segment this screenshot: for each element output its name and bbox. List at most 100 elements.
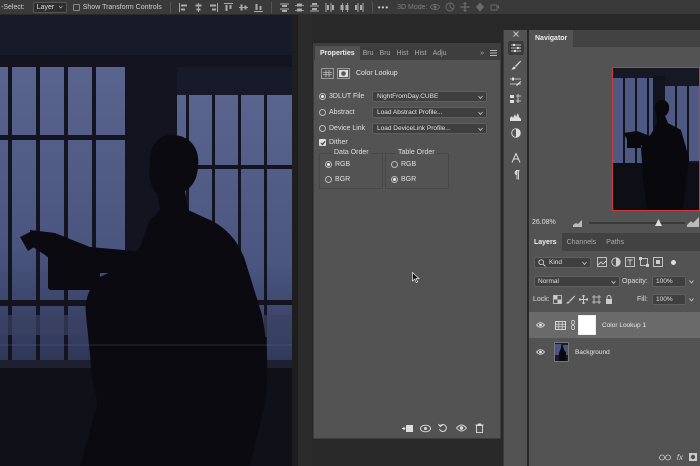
clip-to-layer-icon[interactable] xyxy=(400,421,414,435)
zoom-level[interactable]: 26.08% xyxy=(532,219,556,226)
reset-adjustment-icon[interactable] xyxy=(436,421,450,435)
tab-adjustments[interactable]: Adju xyxy=(430,46,450,60)
layer-row-color-lookup[interactable]: Color Lookup 1 xyxy=(529,312,700,338)
layer-mask-thumbnail[interactable] xyxy=(578,315,596,335)
table-order-rgb-radio[interactable] xyxy=(391,161,398,168)
distribute-left-icon[interactable] xyxy=(324,2,335,13)
scale-3d-icon[interactable] xyxy=(489,2,500,13)
tab-histogram[interactable]: Hist xyxy=(412,46,430,60)
lut-file-radio[interactable] xyxy=(319,93,326,100)
navigator-thumbnail[interactable] xyxy=(612,67,700,211)
filter-type-icon[interactable] xyxy=(625,257,635,267)
tab-layers[interactable]: Layers xyxy=(529,233,562,251)
layer-styles-button[interactable]: fx xyxy=(677,453,683,462)
zoom-slider-track[interactable] xyxy=(589,222,685,224)
layer-name[interactable]: Background xyxy=(575,349,610,356)
abstract-profile-select[interactable]: Load Abstract Profile... xyxy=(372,107,487,118)
chevron-down-icon[interactable] xyxy=(689,297,694,302)
blend-mode-select[interactable]: Normal xyxy=(534,276,620,287)
device-link-radio-row[interactable]: Device Link xyxy=(319,123,365,134)
tab-properties[interactable]: Properties xyxy=(315,46,360,60)
device-link-radio[interactable] xyxy=(319,125,326,132)
histogram-icon[interactable] xyxy=(508,109,524,123)
tab-paths[interactable]: Paths xyxy=(601,233,629,251)
layer-name[interactable]: Color Lookup 1 xyxy=(602,322,646,329)
lut-file-select[interactable]: NightFromDay.CUBE xyxy=(372,91,487,102)
auto-select-dropdown[interactable]: Layer xyxy=(32,1,67,13)
slide-3d-icon[interactable] xyxy=(474,2,485,13)
lock-image-pixels-icon[interactable] xyxy=(566,295,575,304)
filter-toggle-icon[interactable] xyxy=(671,259,676,265)
pan-3d-icon[interactable] xyxy=(459,2,470,13)
device-link-select[interactable]: Load DeviceLink Profile... xyxy=(372,123,487,134)
abstract-radio-row[interactable]: Abstract xyxy=(319,107,355,118)
table-order-bgr-option[interactable]: BGR xyxy=(391,176,416,183)
distribute-top-icon[interactable] xyxy=(279,2,290,13)
tab-brushes[interactable]: Bru xyxy=(360,46,377,60)
filter-adjustment-icon[interactable] xyxy=(611,257,621,267)
tab-channels[interactable]: Channels xyxy=(562,233,602,251)
distribute-hcenter-icon[interactable] xyxy=(339,2,350,13)
lock-transparent-pixels-icon[interactable] xyxy=(553,295,562,304)
layer-kind-filter[interactable]: Kind xyxy=(534,257,591,268)
panel-menu-icon[interactable] xyxy=(487,46,500,60)
distribute-bottom-icon[interactable] xyxy=(309,2,320,13)
lock-position-icon[interactable] xyxy=(579,295,588,304)
fill-input[interactable]: 100% xyxy=(652,294,686,305)
chevron-down-icon[interactable] xyxy=(689,279,694,284)
tab-navigator[interactable]: Navigator xyxy=(529,30,574,47)
brush-settings-icon[interactable] xyxy=(508,75,524,89)
collapse-close-icon[interactable] xyxy=(504,30,527,38)
view-previous-state-icon[interactable] xyxy=(418,421,432,435)
opacity-input[interactable]: 100% xyxy=(652,276,686,287)
align-middle-icon[interactable] xyxy=(238,2,249,13)
visibility-eye-icon[interactable] xyxy=(533,349,547,355)
zoom-out-icon[interactable] xyxy=(573,219,582,227)
filter-pixel-icon[interactable] xyxy=(597,257,607,267)
paragraph-icon[interactable] xyxy=(508,168,524,182)
character-icon[interactable] xyxy=(508,151,524,165)
data-order-rgb-radio[interactable] xyxy=(325,161,332,168)
zoom-in-icon[interactable] xyxy=(687,217,699,227)
lut-file-radio-row[interactable]: 3DLUT File xyxy=(319,91,364,102)
lock-artboard-icon[interactable] xyxy=(592,295,601,304)
tab-history[interactable]: Hist xyxy=(393,46,411,60)
dither-row[interactable]: Dither xyxy=(319,137,348,148)
dither-checkbox[interactable] xyxy=(319,139,326,146)
data-order-rgb-option[interactable]: RGB xyxy=(325,161,350,168)
orbit-3d-icon[interactable] xyxy=(429,2,440,13)
delete-adjustment-icon[interactable] xyxy=(472,421,486,435)
history-icon[interactable] xyxy=(508,92,524,106)
align-center-h-icon[interactable] xyxy=(193,2,204,13)
filter-shape-icon[interactable] xyxy=(639,257,649,267)
distribute-right-icon[interactable] xyxy=(354,2,365,13)
more-tabs-button[interactable]: » xyxy=(477,46,487,60)
table-order-rgb-option[interactable]: RGB xyxy=(391,161,416,168)
adjustments-icon[interactable] xyxy=(508,126,524,140)
data-order-bgr-radio[interactable] xyxy=(325,176,332,183)
tab-brush-settings[interactable]: Bru xyxy=(377,46,394,60)
visibility-eye-icon[interactable] xyxy=(533,322,547,328)
align-bottom-icon[interactable] xyxy=(253,2,264,13)
abstract-radio[interactable] xyxy=(319,109,326,116)
show-transform-checkbox[interactable] xyxy=(72,3,80,11)
document-canvas[interactable] xyxy=(0,15,292,466)
layer-mask-icon[interactable] xyxy=(337,68,350,79)
mask-link-icon[interactable] xyxy=(570,320,575,330)
link-layers-icon[interactable] xyxy=(658,454,671,461)
align-left-icon[interactable] xyxy=(178,2,189,13)
data-order-bgr-option[interactable]: BGR xyxy=(325,176,350,183)
toggle-visibility-icon[interactable] xyxy=(454,421,468,435)
align-top-icon[interactable] xyxy=(223,2,234,13)
properties-sliders-icon[interactable] xyxy=(507,41,524,55)
layer-row-background[interactable]: Background xyxy=(529,339,700,365)
filter-smart-object-icon[interactable] xyxy=(653,257,663,267)
distribute-vcenter-icon[interactable] xyxy=(294,2,305,13)
brush-icon[interactable] xyxy=(508,58,524,72)
table-order-bgr-radio[interactable] xyxy=(391,176,398,183)
roll-3d-icon[interactable] xyxy=(444,2,455,13)
more-options-button[interactable]: ••• xyxy=(378,3,389,12)
zoom-slider-handle[interactable] xyxy=(655,219,662,226)
add-mask-icon[interactable] xyxy=(689,453,697,461)
lock-all-icon[interactable] xyxy=(605,295,613,304)
